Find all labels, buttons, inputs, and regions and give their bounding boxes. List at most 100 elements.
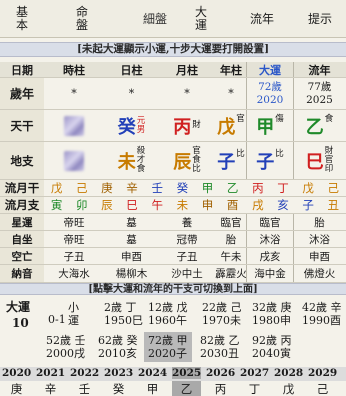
liunian-stem-item-current[interactable]: 乙 (172, 381, 201, 396)
tab-chart[interactable]: 命盤 (62, 0, 102, 38)
dayun-item-line2: 2020子 (148, 347, 187, 360)
liuyue-gan-item[interactable]: 丁 (277, 180, 289, 196)
dayun-branch[interactable]: 子 比 (247, 142, 293, 179)
column-divider (293, 62, 294, 77)
tab-chart-label-b: 盤 (75, 18, 88, 32)
age-dayun[interactable]: 72歲 2020 (247, 78, 293, 109)
xingyun-year: 臨官 (220, 216, 242, 229)
header-hour: 時柱 (44, 62, 104, 77)
dayun-item-line1: 2歲 丁 (104, 301, 137, 314)
liunian-stem[interactable]: 乙 食 (293, 110, 346, 141)
liuyue-gan-item[interactable]: 丙 (252, 180, 264, 196)
liunian-year-item[interactable]: 2021 (36, 367, 65, 379)
tab-basic[interactable]: 基本 (2, 0, 42, 38)
liuyue-zhi-item[interactable]: 卯 (76, 197, 88, 213)
liunian-stem-item[interactable]: 癸 (104, 381, 133, 396)
liuyue-zhi-item[interactable]: 申 (202, 197, 214, 213)
liuyue-zhi-item[interactable]: 巳 (126, 197, 138, 213)
column-divider (293, 248, 294, 264)
liunian-stem-item[interactable]: 庚 (2, 381, 31, 396)
dayun-item-line1: 32歲 庚 (252, 301, 292, 314)
liuyue-zhi-item[interactable]: 未 (177, 197, 189, 213)
liunian-year-item[interactable]: 2028 (274, 367, 303, 379)
liunian-year-item[interactable]: 2022 (70, 367, 99, 379)
dayun-item[interactable]: 62歲 癸 2010亥 (98, 334, 138, 360)
dayun-item-line1: 82歲 乙 (200, 334, 240, 347)
liunian-stem-item[interactable]: 壬 (70, 381, 99, 396)
column-divider (246, 231, 247, 247)
liunian-year-item[interactable]: 2029 (308, 367, 337, 379)
liuyue-zhi-row: 流月支 寅 卯 辰 巳 午 未 申 酉 戌 亥 子 丑 (0, 197, 346, 214)
liuyue-gan-item[interactable]: 庚 (101, 180, 113, 196)
kongwang-day: 申酉 (121, 250, 142, 263)
liuyue-gan-item[interactable]: 戊 (51, 180, 63, 196)
liuyue-gan-item[interactable]: 壬 (151, 180, 163, 196)
liunian-age: 77歲 (307, 80, 332, 93)
age-row: 歲年 * * * * 72歲 2020 77歲 2025 (0, 78, 346, 110)
liunian-stem-item[interactable]: 戊 (274, 381, 303, 396)
liunian-year: 2025 (306, 93, 333, 106)
tab-dayun[interactable]: 大運 (186, 0, 216, 38)
age-liunian[interactable]: 77歲 2025 (293, 78, 346, 109)
dayun-item-current[interactable]: 72歲 甲 2020子 (144, 332, 192, 362)
hour-branch-hidden (44, 142, 104, 179)
liuyue-gan-item[interactable]: 甲 (202, 180, 214, 196)
liunian-stem-item[interactable]: 丁 (240, 381, 269, 396)
column-divider (246, 78, 247, 109)
liuyue-gan-item[interactable]: 癸 (177, 180, 189, 196)
header-dayun: 大運 (247, 62, 293, 77)
tab-hint[interactable]: 提示 (298, 0, 342, 38)
liunian-year-item[interactable]: 2024 (138, 367, 167, 379)
nayin-liunian: 佛燈火 (303, 268, 336, 280)
month-branch-sub-2: 比 (192, 164, 201, 174)
dayun-item-line2: 運 (68, 314, 79, 327)
liuyue-zhi-item[interactable]: 戌 (252, 197, 264, 213)
nayin-day: 楊柳木 (115, 268, 148, 280)
liunian-branch[interactable]: 巳 財官印 (293, 142, 346, 179)
dayun-item[interactable]: 2歲 丁 1950巳 (104, 301, 143, 327)
zizuo-liunian: 沐浴 (309, 233, 330, 246)
year-stem-sub: 官 (236, 114, 245, 124)
dayun-item[interactable]: 42歲 辛 1990酉 (302, 301, 342, 327)
liuyue-gan-item[interactable]: 己 (76, 180, 88, 196)
top-tab-bar: 基本 命盤 細盤 大運 流年 提示 (0, 0, 346, 38)
liunian-stem-item[interactable]: 辛 (36, 381, 65, 396)
liunian-stem-item[interactable]: 己 (308, 381, 337, 396)
liunian-year-item[interactable]: 2026 (206, 367, 235, 379)
dayun-item[interactable]: 92歲 丙 2040寅 (252, 334, 292, 360)
liunian-stem-item[interactable]: 丙 (206, 381, 235, 396)
liuyue-zhi-item[interactable]: 亥 (277, 197, 289, 213)
liuyue-gan-item[interactable]: 辛 (126, 180, 138, 196)
liuyue-gan-item[interactable]: 戊 (302, 180, 314, 196)
liuyue-zhi-item[interactable]: 辰 (101, 197, 113, 213)
dayun-stem[interactable]: 甲 傷 (247, 110, 293, 141)
liunian-year-item[interactable]: 2020 (2, 367, 31, 379)
liunian-year-item-current[interactable]: 2025 (172, 367, 201, 379)
liuyue-zhi-item[interactable]: 酉 (227, 197, 239, 213)
liunian-year-item[interactable]: 2027 (240, 367, 269, 379)
liuyue-gan-item[interactable]: 乙 (227, 180, 239, 196)
year-branch-char: 子 (217, 151, 236, 173)
tab-liunian[interactable]: 流年 (240, 0, 284, 38)
dayun-item-line2: 2040寅 (252, 347, 291, 360)
liuyue-zhi-item[interactable]: 子 (302, 197, 314, 213)
day-branch: 未 殺才食 (104, 142, 159, 179)
dayun-item[interactable]: 32歲 庚 1980申 (252, 301, 292, 327)
liunian-stem-item[interactable]: 甲 (138, 381, 167, 396)
liunian-year-item[interactable]: 2023 (104, 367, 133, 379)
dayun-item[interactable]: 82歲 乙 2030丑 (200, 334, 240, 360)
nayin-month: 沙中土 (171, 268, 203, 280)
dayun-item[interactable]: 22歲 己 1970未 (202, 301, 242, 327)
tab-detail[interactable]: 細盤 (122, 0, 188, 38)
liuyue-zhi-item[interactable]: 寅 (51, 197, 63, 213)
xingyun-liunian: 胎 (314, 216, 325, 229)
dayun-item[interactable]: 小 運 (68, 301, 79, 327)
dayun-year: 2020 (256, 93, 284, 106)
kongwang-year: 午未 (220, 250, 242, 263)
dayun-item[interactable]: 12歲 戊 1960午 (148, 301, 188, 327)
liuyue-zhi-item[interactable]: 午 (151, 197, 163, 213)
dayun-item[interactable]: 52歲 壬 2000戌 (46, 334, 86, 360)
day-branch-char: 未 (117, 151, 136, 173)
liuyue-gan-item[interactable]: 己 (328, 180, 340, 196)
liuyue-zhi-item[interactable]: 丑 (328, 197, 340, 213)
